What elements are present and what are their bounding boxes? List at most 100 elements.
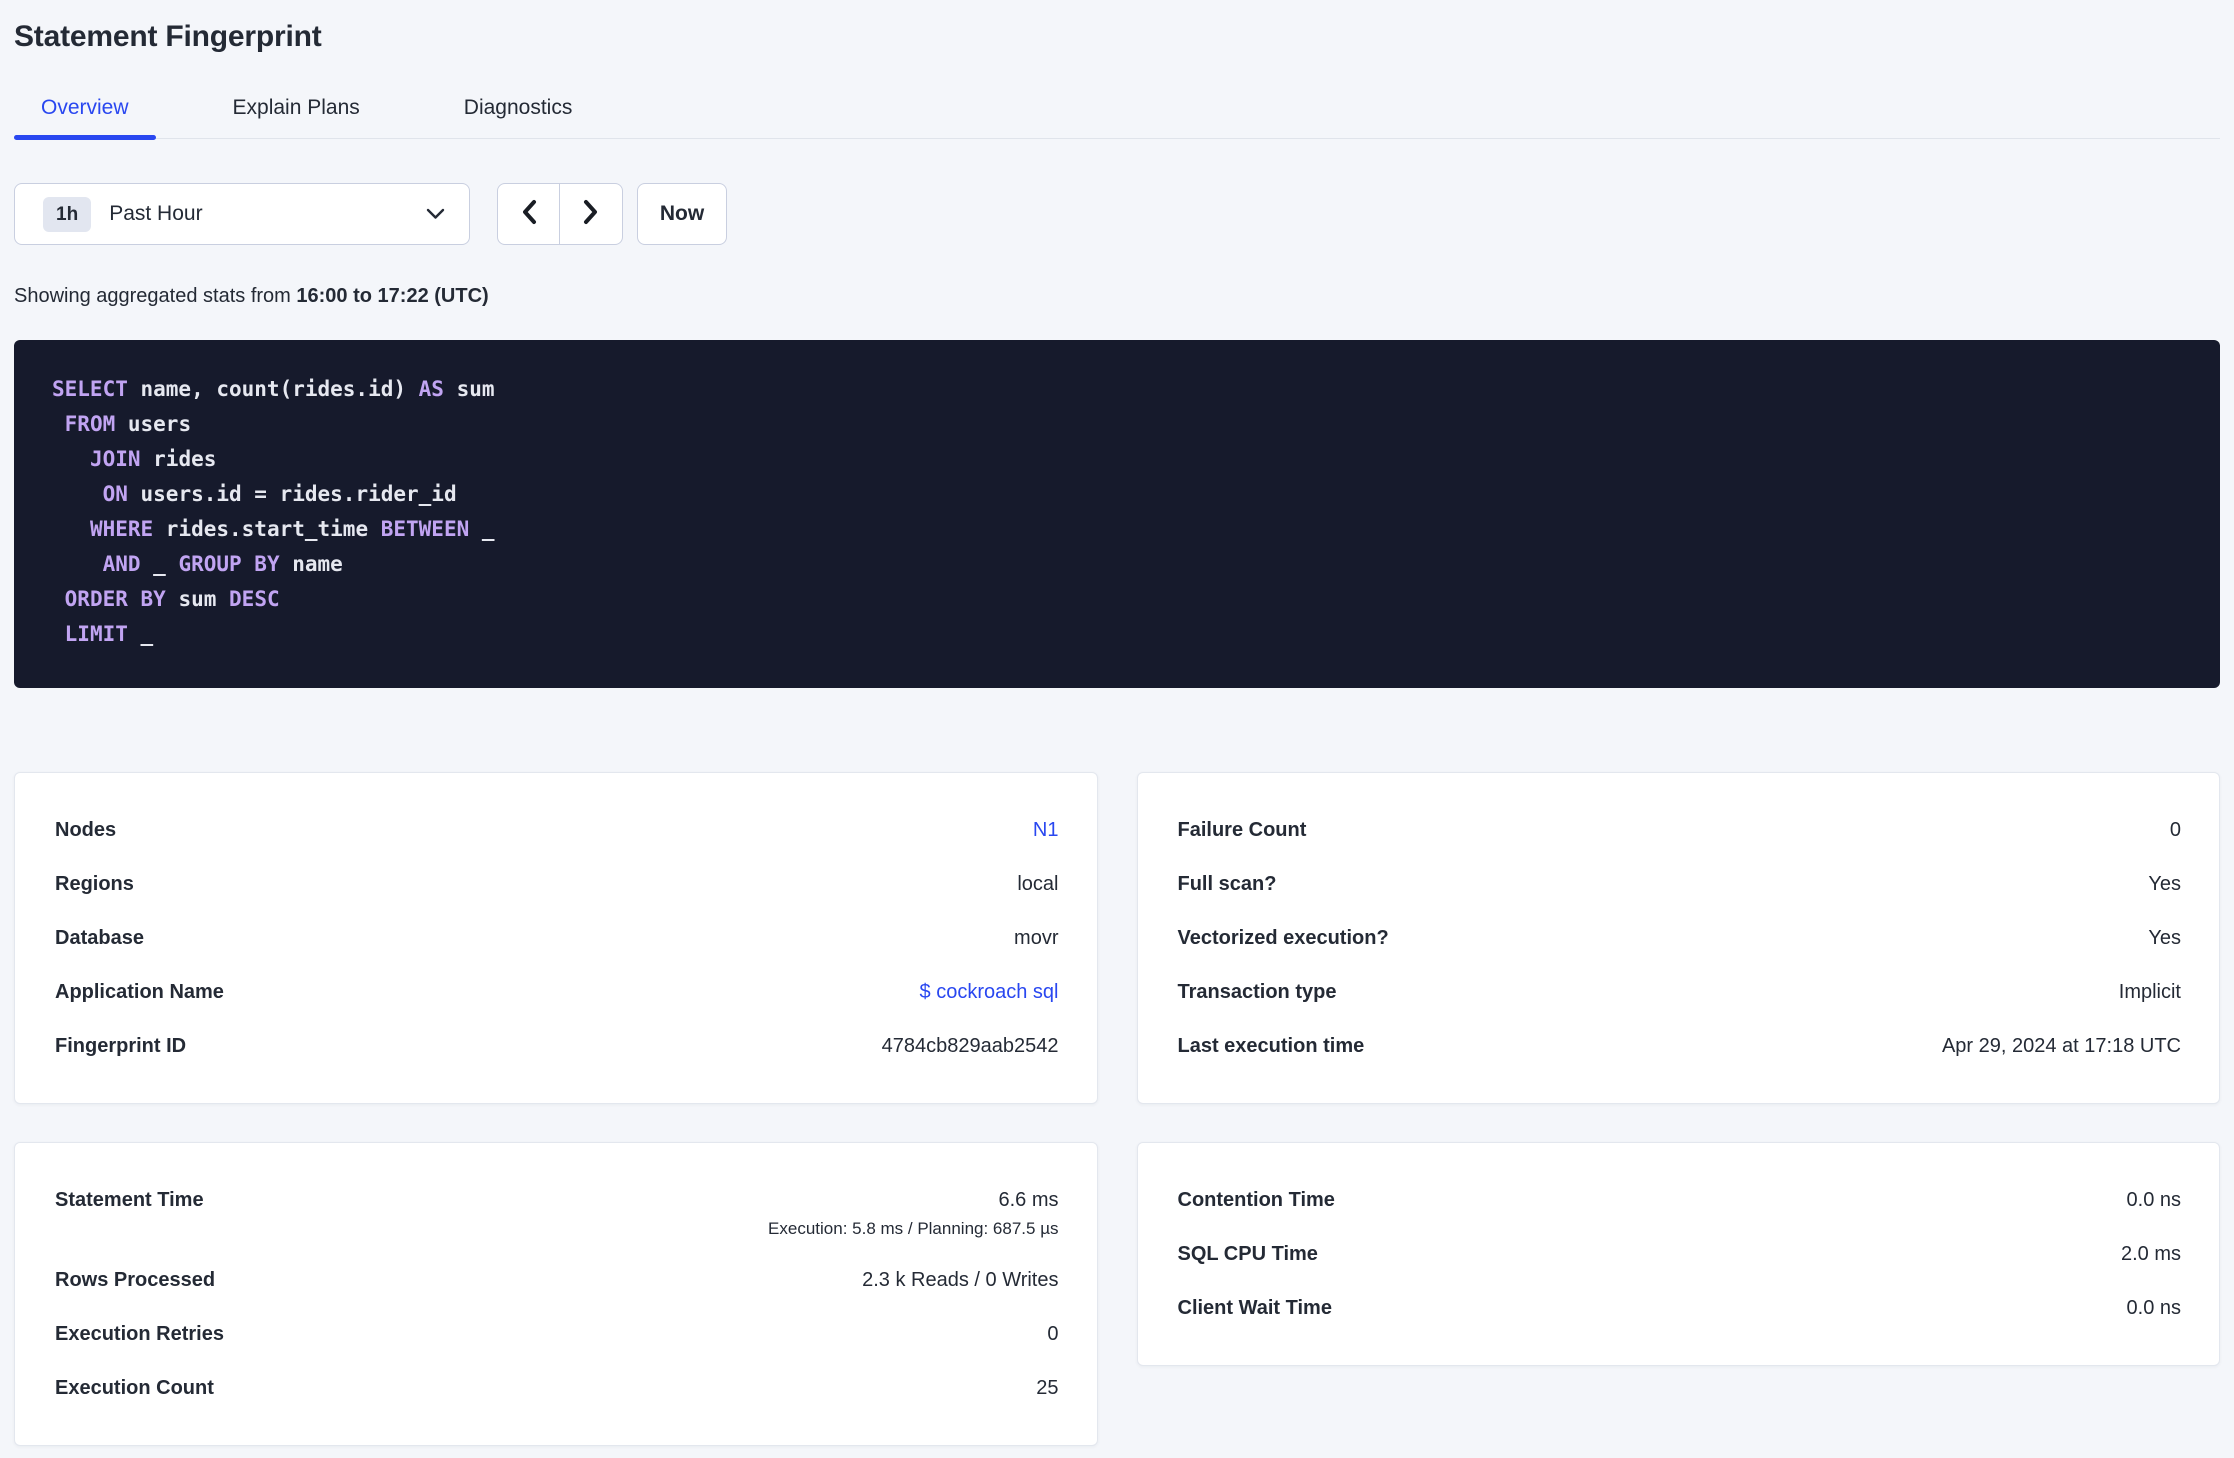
time-controls: 1h Past Hour Now: [14, 183, 2220, 245]
row-label: Full scan?: [1177, 872, 1277, 895]
row-value: movr: [1014, 926, 1059, 949]
sql-text: name: [279, 552, 343, 576]
stats-cards-grid: Nodes N1 Regions local Database movr Applicati…: [14, 772, 2220, 1446]
sql-text: rides: [140, 447, 217, 471]
time-range-badge: 1h: [43, 196, 92, 232]
sql-text: name, count(rides.id): [127, 377, 419, 401]
aggregated-stats-prefix: Showing aggregated stats from: [14, 285, 297, 307]
card-row: Application Name $ cockroach sql: [55, 965, 1059, 1019]
time-range-picker[interactable]: 1h Past Hour: [14, 183, 470, 245]
row-label: Failure Count: [1177, 818, 1307, 841]
statement-fingerprint-page: Statement Fingerprint Overview Explain Pl…: [0, 0, 2234, 1458]
chevron-down-icon: [426, 208, 445, 220]
sql-keyword: SELECT: [52, 377, 128, 401]
sql-keyword: FROM: [64, 412, 116, 436]
card-row: SQL CPU Time 2.0 ms: [1178, 1227, 2182, 1281]
sql-text: _: [140, 552, 179, 576]
card-details-left: Nodes N1 Regions local Database movr Applicati…: [14, 772, 1098, 1104]
sql-text: users: [115, 412, 192, 436]
row-label: Client Wait Time: [1177, 1296, 1332, 1319]
row-value: Yes: [2148, 872, 2181, 895]
row-label: Vectorized execution?: [1177, 926, 1389, 949]
row-value: 0: [1047, 1322, 1059, 1345]
sql-text: _: [127, 622, 154, 646]
row-value-link[interactable]: $ cockroach sql: [920, 981, 1059, 1004]
sql-keyword: JOIN: [89, 447, 141, 471]
card-row: Client Wait Time 0.0 ns: [1178, 1281, 2182, 1335]
page-title: Statement Fingerprint: [14, 20, 322, 53]
row-value: Apr 29, 2024 at 17:18 UTC: [1941, 1034, 2181, 1057]
row-label: Database: [55, 926, 144, 949]
sql-text: users.id = rides.rider_id: [127, 482, 457, 506]
sql-keyword: GROUP BY: [178, 552, 280, 576]
sql-text: sum: [165, 587, 230, 611]
card-row: Last execution time Apr 29, 2024 at 17:18…: [1178, 1019, 2182, 1073]
card-details-right: Failure Count 0 Full scan? Yes Vectorized ex…: [1136, 772, 2220, 1104]
row-label: Transaction type: [1177, 980, 1337, 1003]
row-value-group: 6.6 ms Execution: 5.8 ms / Planning: 687.…: [768, 1173, 1058, 1239]
row-value: 0: [2169, 818, 2181, 841]
sql-keyword: LIMIT: [64, 622, 128, 646]
row-label: Execution Retries: [55, 1322, 224, 1345]
card-row: Vectorized execution? Yes: [1178, 911, 2182, 965]
row-value: Implicit: [2118, 980, 2181, 1003]
row-value-link[interactable]: N1: [1033, 819, 1059, 842]
sql-keyword: AS: [418, 377, 444, 401]
row-value: 4784cb829aab2542: [881, 1034, 1059, 1057]
aggregated-stats-range: 16:00 to 17:22 (UTC): [296, 285, 489, 307]
row-value: 0.0 ns: [2126, 1188, 2181, 1211]
row-label: Contention Time: [1177, 1188, 1335, 1211]
previous-time-window-button[interactable]: [498, 184, 560, 244]
card-row: Execution Retries 0: [55, 1307, 1059, 1361]
card-row: Statement Time 6.6 ms Execution: 5.8 ms / …: [55, 1173, 1059, 1253]
row-label: Last execution time: [1177, 1034, 1365, 1057]
row-value: 0.0 ns: [2126, 1296, 2181, 1319]
chevron-right-icon: [583, 199, 599, 230]
sql-statement-box: SELECT name, count(rides.id) AS sum FROM…: [14, 340, 2220, 688]
time-window-pager: [497, 183, 623, 245]
next-time-window-button[interactable]: [560, 184, 622, 244]
sql-text: _: [469, 517, 495, 541]
row-value-detail: Execution: 5.8 ms / Planning: 687.5 µs: [768, 1219, 1059, 1238]
aggregated-stats-caption: Showing aggregated stats from 16:00 to 1…: [14, 285, 2220, 308]
time-range-label: Past Hour: [109, 202, 203, 225]
now-button[interactable]: Now: [637, 183, 727, 245]
row-value: 2.3 k Reads / 0 Writes: [862, 1268, 1059, 1291]
sql-statement-text: SELECT name, count(rides.id) AS sum FROM…: [52, 372, 2182, 652]
row-value: local: [1017, 872, 1059, 895]
row-label: Execution Count: [55, 1376, 214, 1399]
sql-keyword: DESC: [229, 587, 280, 611]
row-label: Application Name: [55, 980, 224, 1003]
sql-text: sum: [443, 377, 495, 401]
row-label: Regions: [55, 872, 134, 895]
card-row: Transaction type Implicit: [1178, 965, 2182, 1019]
card-timing-left: Statement Time 6.6 ms Execution: 5.8 ms / …: [14, 1142, 1098, 1446]
row-label: Nodes: [55, 818, 117, 841]
sql-keyword: AND: [102, 552, 141, 576]
card-row: Fingerprint ID 4784cb829aab2542: [55, 1019, 1059, 1073]
row-label: Statement Time: [55, 1189, 204, 1211]
card-row: Contention Time 0.0 ns: [1178, 1173, 2182, 1227]
row-value: 2.0 ms: [2120, 1242, 2181, 1265]
sql-keyword: BETWEEN: [380, 517, 470, 541]
card-row: Regions local: [55, 857, 1059, 911]
tab-diagnostics[interactable]: Diagnostics: [437, 96, 600, 138]
sql-text: rides.start_time: [153, 517, 381, 541]
card-row: Database movr: [55, 911, 1059, 965]
row-value: Yes: [2148, 926, 2181, 949]
sql-keyword: ORDER BY: [64, 587, 166, 611]
card-row: Failure Count 0: [1178, 803, 2182, 857]
chevron-left-icon: [521, 199, 537, 230]
tab-explain-plans[interactable]: Explain Plans: [206, 96, 387, 138]
tab-overview[interactable]: Overview: [14, 96, 156, 140]
sql-keyword: WHERE: [89, 517, 154, 541]
row-label: Rows Processed: [55, 1268, 216, 1291]
card-row: Rows Processed 2.3 k Reads / 0 Writes: [55, 1253, 1059, 1307]
card-row: Nodes N1: [55, 803, 1059, 857]
card-row: Execution Count 25: [55, 1361, 1059, 1415]
row-value: 25: [1036, 1376, 1059, 1399]
